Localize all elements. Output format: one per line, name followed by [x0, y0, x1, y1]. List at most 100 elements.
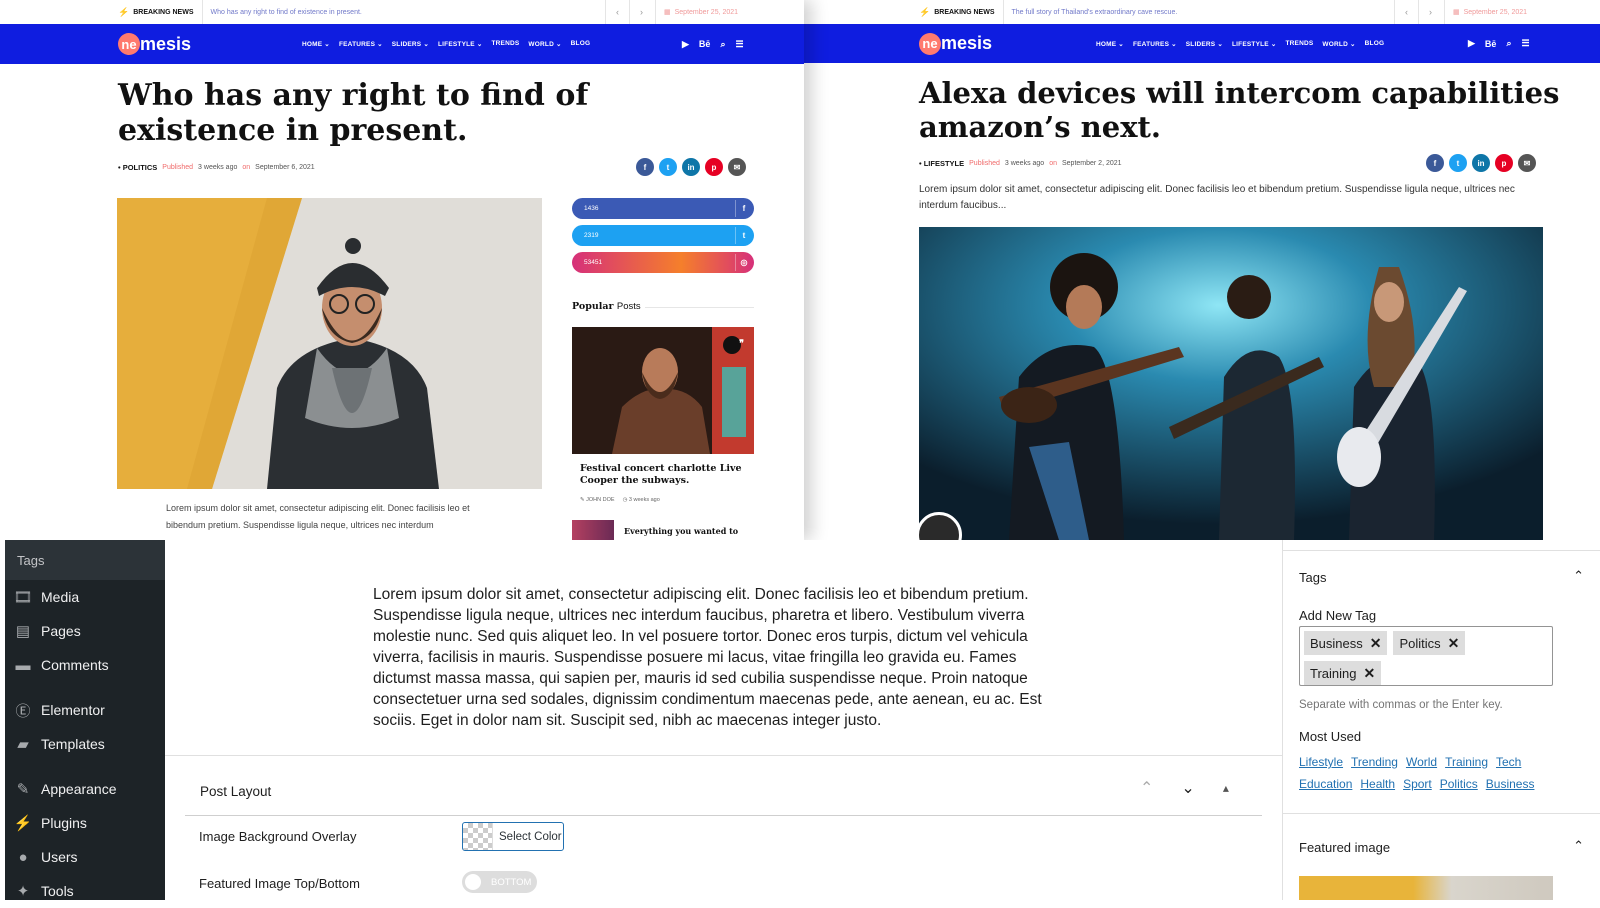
popular-post-author[interactable]: JOHN DOE — [586, 497, 614, 503]
linkedin-share-icon[interactable]: in — [682, 158, 700, 176]
tag-input[interactable]: Business ✕ Politics ✕ Training ✕ — [1299, 626, 1553, 686]
most-used-tag-link[interactable]: Politics — [1440, 777, 1478, 791]
tags-panel-title[interactable]: Tags — [1299, 570, 1326, 585]
prev-arrow-icon[interactable]: ‹ — [1394, 0, 1418, 24]
search-icon[interactable]: ⌕ — [1506, 38, 1511, 49]
sidebar-item-tags[interactable]: Tags — [5, 540, 165, 580]
youtube-icon[interactable]: ▶ — [1468, 38, 1475, 49]
post-date: September 2, 2021 — [1062, 160, 1122, 167]
post-category[interactable]: • POLITICS — [118, 163, 157, 172]
sidebar-item-appearance[interactable]: ✎ Appearance — [5, 772, 165, 806]
pinterest-share-icon[interactable]: p — [705, 158, 723, 176]
post-category[interactable]: • LIFESTYLE — [919, 159, 964, 168]
popular-post-2-image[interactable] — [572, 520, 614, 540]
menu-trends[interactable]: TRENDS — [491, 40, 519, 48]
facebook-share-icon[interactable]: f — [1426, 154, 1444, 172]
sidebar-item-label: Media — [41, 589, 80, 605]
remove-tag-icon[interactable]: ✕ — [1448, 635, 1460, 652]
logo-text: mesis — [140, 33, 192, 54]
hamburger-menu-icon[interactable]: ☰ — [1521, 38, 1529, 49]
topbar-date: ▦ September 25, 2021 — [1444, 0, 1527, 24]
author-meta: ✎ JOHN DOE — [580, 497, 615, 503]
sidebar-item-elementor[interactable]: Ⓔ Elementor — [5, 693, 165, 727]
menu-sliders[interactable]: SLIDERS ⌄ — [1186, 40, 1223, 48]
sidebar-item-label: Templates — [41, 736, 105, 752]
most-used-tag-link[interactable]: World — [1406, 755, 1437, 769]
most-used-tag-link[interactable]: Lifestyle — [1299, 755, 1343, 769]
site-logo[interactable]: ne mesis — [118, 33, 191, 55]
chevron-up-icon[interactable]: ⌃ — [1573, 568, 1584, 584]
sidebar-item-plugins[interactable]: ⚡ Plugins — [5, 806, 165, 840]
twitter-share-icon[interactable]: t — [659, 158, 677, 176]
facebook-share-icon[interactable]: f — [636, 158, 654, 176]
prev-arrow-icon[interactable]: ‹ — [605, 0, 629, 24]
next-arrow-icon[interactable]: › — [629, 0, 653, 24]
most-used-tag-link[interactable]: Training — [1445, 755, 1488, 769]
sidebar-item-templates[interactable]: ▰ Templates — [5, 727, 165, 761]
sidebar-item-pages[interactable]: ▤ Pages — [5, 614, 165, 648]
editor-paragraph-block[interactable]: Lorem ipsum dolor sit amet, consectetur … — [373, 584, 1053, 731]
youtube-icon[interactable]: ▶ — [682, 39, 689, 50]
share-buttons: f t in p ✉ — [1426, 154, 1536, 172]
linkedin-share-icon[interactable]: in — [1472, 154, 1490, 172]
logo-text: mesis — [941, 33, 993, 53]
remove-tag-icon[interactable]: ✕ — [1363, 665, 1375, 682]
move-down-icon[interactable]: ⌄ — [1181, 778, 1194, 798]
most-used-tag-link[interactable]: Tech — [1496, 755, 1521, 769]
right-post-preview: ⚡ BREAKING NEWS The full story of Thaila… — [804, 0, 1600, 540]
menu-world[interactable]: WORLD ⌄ — [528, 40, 561, 48]
site-logo[interactable]: ne mesis — [919, 32, 993, 55]
behance-icon[interactable]: Bē — [1485, 39, 1497, 49]
breaking-news-text[interactable]: The full story of Thailand's extraordina… — [1004, 9, 1178, 16]
email-share-icon[interactable]: ✉ — [728, 158, 746, 176]
behance-icon[interactable]: Bē — [699, 39, 711, 49]
remove-tag-icon[interactable]: ✕ — [1370, 635, 1382, 652]
move-up-icon[interactable]: ⌃ — [1140, 778, 1153, 798]
email-share-icon[interactable]: ✉ — [1518, 154, 1536, 172]
menu-features[interactable]: FEATURES ⌄ — [339, 40, 383, 48]
hamburger-menu-icon[interactable]: ☰ — [735, 39, 743, 50]
most-used-tag-link[interactable]: Trending — [1351, 755, 1398, 769]
breaking-news-text[interactable]: Who has any right to find of existence i… — [203, 9, 362, 16]
most-used-tag-link[interactable]: Business — [1486, 777, 1535, 791]
most-used-tag-link[interactable]: Sport — [1403, 777, 1432, 791]
most-used-tags: Lifestyle Trending World Training Tech E… — [1299, 755, 1559, 791]
collapse-toggle-icon[interactable]: ▴ — [1223, 781, 1229, 795]
post-meta: • LIFESTYLE Published 3 weeks ago on Sep… — [919, 159, 1122, 168]
sidebar-item-media[interactable]: 🎞 Media — [5, 580, 165, 614]
featured-image-thumbnail[interactable] — [1299, 876, 1553, 900]
menu-home[interactable]: HOME ⌄ — [302, 40, 330, 48]
menu-blog[interactable]: BLOG — [1365, 40, 1385, 48]
popular-post-image[interactable]: ❞ — [572, 327, 754, 454]
instagram-counter[interactable]: 53451 ◎ — [572, 252, 754, 273]
pinterest-share-icon[interactable]: p — [1495, 154, 1513, 172]
popular-posts-title: Popular Posts — [572, 301, 641, 312]
search-icon[interactable]: ⌕ — [720, 39, 725, 50]
sidebar-item-tools[interactable]: ✦ Tools — [5, 874, 165, 908]
menu-sliders[interactable]: SLIDERS ⌄ — [392, 40, 429, 48]
sidebar-item-users[interactable]: ● Users — [5, 840, 165, 874]
menu-world[interactable]: WORLD ⌄ — [1322, 40, 1355, 48]
menu-features[interactable]: FEATURES ⌄ — [1133, 40, 1177, 48]
menu-lifestyle[interactable]: LIFESTYLE ⌄ — [438, 40, 482, 48]
twitter-share-icon[interactable]: t — [1449, 154, 1467, 172]
most-used-label: Most Used — [1299, 729, 1362, 744]
menu-lifestyle[interactable]: LIFESTYLE ⌄ — [1232, 40, 1276, 48]
post-layout-title[interactable]: Post Layout — [200, 784, 271, 799]
menu-blog[interactable]: BLOG — [571, 40, 591, 48]
popular-post-2-title[interactable]: Everything you wanted to — [624, 526, 738, 536]
next-arrow-icon[interactable]: › — [1418, 0, 1442, 24]
featured-image — [117, 198, 542, 489]
menu-trends[interactable]: TRENDS — [1285, 40, 1313, 48]
twitter-counter[interactable]: 2319 t — [572, 225, 754, 246]
most-used-tag-link[interactable]: Health — [1360, 777, 1395, 791]
most-used-tag-link[interactable]: Education — [1299, 777, 1352, 791]
menu-home[interactable]: HOME ⌄ — [1096, 40, 1124, 48]
sidebar-item-comments[interactable]: ▬ Comments — [5, 648, 165, 682]
featured-image-panel-title[interactable]: Featured image — [1299, 840, 1390, 855]
image-position-toggle[interactable]: BOTTOM — [462, 871, 537, 893]
chevron-up-icon[interactable]: ⌃ — [1573, 838, 1584, 854]
popular-post-title[interactable]: Festival concert charlotte Live Cooper t… — [580, 463, 748, 488]
facebook-counter[interactable]: 1436 f — [572, 198, 754, 219]
select-color-button[interactable]: Select Color — [462, 822, 564, 851]
